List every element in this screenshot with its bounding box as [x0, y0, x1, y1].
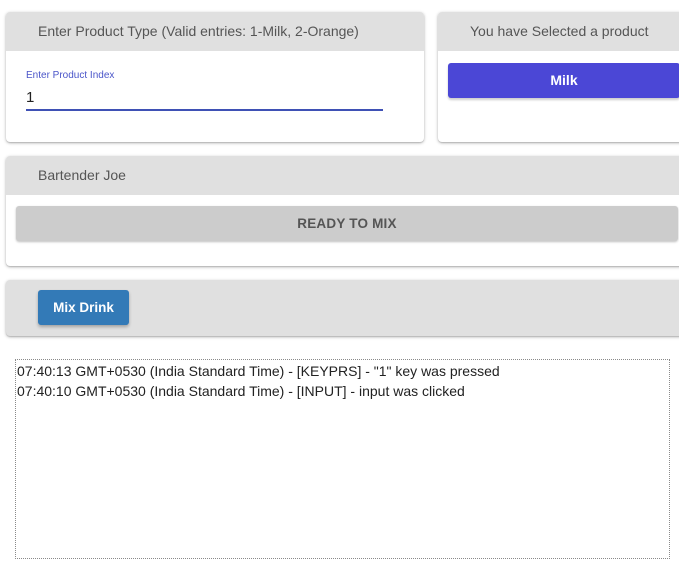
product-index-input[interactable] — [26, 87, 383, 111]
selected-product-button[interactable]: Milk — [448, 63, 679, 98]
selected-product-header: You have Selected a product — [438, 12, 679, 51]
event-log[interactable]: 07:40:13 GMT+0530 (India Standard Time) … — [15, 359, 670, 559]
product-index-label: Enter Product Index — [26, 70, 115, 81]
log-entry: 07:40:10 GMT+0530 (India Standard Time) … — [17, 383, 465, 399]
actions-bar: Mix Drink — [6, 280, 679, 336]
selected-product-card: You have Selected a product Milk — [438, 12, 679, 142]
log-entry: 07:40:13 GMT+0530 (India Standard Time) … — [17, 363, 500, 379]
product-index-field: Enter Product Index — [26, 70, 383, 111]
bartender-status: READY TO MIX — [16, 206, 678, 241]
bartender-card: Bartender Joe READY TO MIX — [6, 156, 679, 266]
mix-drink-button[interactable]: Mix Drink — [38, 290, 129, 325]
product-type-card: Enter Product Type (Valid entries: 1-Mil… — [6, 12, 424, 142]
bartender-header: Bartender Joe — [6, 156, 679, 195]
product-type-header: Enter Product Type (Valid entries: 1-Mil… — [6, 12, 424, 51]
